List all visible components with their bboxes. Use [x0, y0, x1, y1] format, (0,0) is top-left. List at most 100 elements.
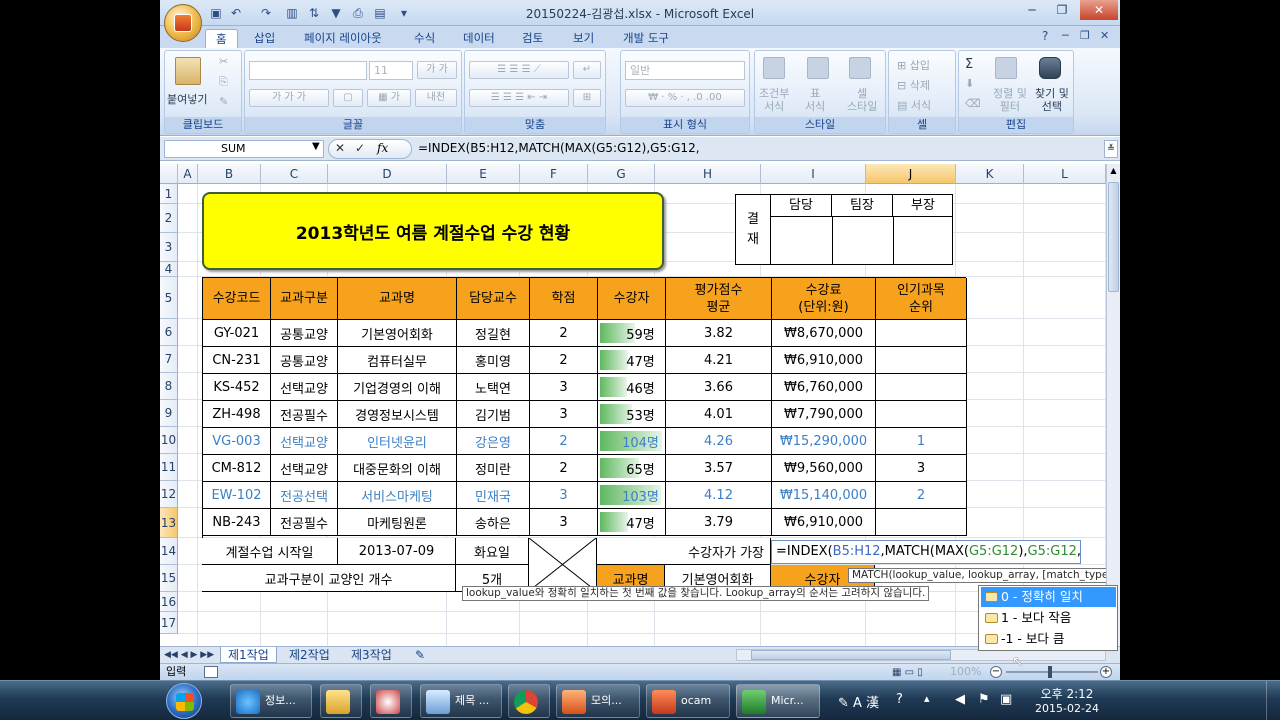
cell-styles-button[interactable]: 셀 스타일 [847, 87, 877, 113]
table-cell[interactable]: 민재국 [457, 482, 530, 509]
table-cell[interactable]: 전공필수 [271, 509, 338, 536]
autocomplete-item-less[interactable]: 1 - 보다 작음 [981, 608, 1116, 628]
paste-icon[interactable] [175, 57, 201, 85]
table-cell[interactable]: ₩6,910,000 [772, 347, 876, 374]
merge-center-button[interactable]: ⊞ [573, 89, 601, 107]
name-box-dropdown-icon[interactable]: ▼ [312, 141, 320, 152]
delete-cells-button[interactable]: ⊟ 삭제 [897, 77, 930, 93]
table-cell[interactable]: ₩6,760,000 [772, 374, 876, 401]
table-cell[interactable]: 서비스마케팅 [338, 482, 457, 509]
save-icon[interactable]: ▣ [208, 5, 224, 21]
tab-formulas[interactable]: 수식 [404, 29, 445, 48]
maximize-button[interactable]: ❐ [1048, 0, 1076, 20]
table-cell[interactable]: 정미란 [457, 455, 530, 482]
row-header-6[interactable]: 6 [160, 319, 178, 346]
row-header-15[interactable]: 15 [160, 565, 178, 592]
table-cell[interactable]: 2 [530, 455, 598, 482]
vertical-align-buttons[interactable]: ☰ ☰ ☰ ⟋ [469, 61, 569, 79]
macro-record-icon[interactable] [204, 666, 218, 678]
crossed-cell[interactable] [529, 538, 597, 592]
sheet-tab-3[interactable]: 제3작업 [344, 647, 399, 663]
count-label-cell[interactable]: 교과구분이 교양인 개수 [202, 565, 456, 592]
table-cell[interactable]: 3 [876, 455, 967, 482]
copy-icon[interactable]: ⎘ [219, 75, 228, 89]
table-cell[interactable]: CN-231 [203, 347, 271, 374]
insert-function-icon[interactable]: fx [377, 141, 388, 155]
wrap-text-button[interactable]: ↵ [573, 61, 601, 79]
table-cell[interactable] [876, 374, 967, 401]
column-header-b[interactable]: B [198, 164, 261, 184]
table-cell[interactable]: 4.01 [666, 401, 772, 428]
column-header-e[interactable]: E [447, 164, 520, 184]
row-header-1[interactable]: 1 [160, 184, 178, 204]
table-cell[interactable]: EW-102 [203, 482, 271, 509]
table-cell[interactable]: 마케팅원론 [338, 509, 457, 536]
worksheet-grid[interactable]: ABCDEFGHIJKL 1 2 3 4 5 6 7 8 9 10 11 12 13 14 15 16 17 2… [160, 164, 1106, 646]
name-box[interactable]: SUM [164, 140, 324, 158]
column-header-f[interactable]: F [520, 164, 588, 184]
select-all-corner[interactable] [160, 164, 178, 184]
tab-review[interactable]: 검토 [512, 29, 553, 48]
table-cell[interactable]: 경영정보시스템 [338, 401, 457, 428]
sort-icon[interactable]: ⇅ [306, 5, 322, 21]
tab-home[interactable]: 홈 [205, 29, 238, 48]
clear-icon[interactable]: ⌫ [965, 97, 981, 110]
taskbar-exam[interactable]: 모의... [556, 684, 640, 718]
binoculars-icon[interactable] [1039, 57, 1061, 79]
table-cell[interactable]: 4.12 [666, 482, 772, 509]
table-cell[interactable]: GY-021 [203, 320, 271, 347]
table-cell[interactable]: 홍미영 [457, 347, 530, 374]
table-cell[interactable]: 공통교양 [271, 347, 338, 374]
table-cell[interactable]: 3 [530, 401, 598, 428]
row-header-5[interactable]: 5 [160, 277, 178, 319]
autocomplete-item-greater[interactable]: -1 - 보다 큼 [981, 629, 1116, 649]
taskbar-ie[interactable]: 정보... [230, 684, 312, 718]
table-cell[interactable]: 송하은 [457, 509, 530, 536]
filter-icon[interactable]: ▼ [328, 5, 344, 21]
table-cell[interactable]: ₩7,790,000 [772, 401, 876, 428]
row-header-7[interactable]: 7 [160, 346, 178, 373]
table-cell[interactable]: 선택교양 [271, 428, 338, 455]
table-cell[interactable]: 4.21 [666, 347, 772, 374]
paste-button[interactable]: 붙여넣기 [167, 91, 207, 107]
conditional-format-icon[interactable] [763, 57, 785, 79]
row-header-14[interactable]: 14 [160, 538, 178, 565]
taskbar-excel[interactable]: Micr... [736, 684, 820, 718]
formula-input[interactable]: =INDEX(B5:H12,MATCH(MAX(G5:G12),G5:G12, [418, 141, 700, 155]
table-cell[interactable]: 3 [530, 509, 598, 536]
table-cell[interactable]: KS-452 [203, 374, 271, 401]
row-header-10[interactable]: 10 [160, 427, 178, 454]
ime-help-icon[interactable]: ? [896, 692, 903, 707]
sheet-title[interactable]: 2013학년도 여름 계절수업 수강 현황 [202, 192, 664, 270]
cut-icon[interactable]: ✂ [219, 55, 228, 68]
horizontal-scroll-thumb[interactable] [751, 650, 951, 660]
table-cell[interactable]: 3.57 [666, 455, 772, 482]
table-cell[interactable]: ₩15,290,000 [772, 428, 876, 455]
table-cell[interactable]: 기업경영의 이해 [338, 374, 457, 401]
row-header-4[interactable]: 4 [160, 262, 178, 277]
row-header-17[interactable]: 17 [160, 612, 178, 634]
table-cell[interactable]: 정길현 [457, 320, 530, 347]
format-cells-button[interactable]: ▤ 서식 [897, 97, 931, 113]
column-header-k[interactable]: K [956, 164, 1024, 184]
clock-time[interactable]: 오후 2:12 [1032, 685, 1102, 702]
header-cell[interactable]: 수강코드 [203, 278, 271, 320]
tab-page-layout[interactable]: 페이지 레이아웃 [294, 29, 392, 48]
header-cell[interactable]: 담당교수 [457, 278, 530, 320]
header-cell[interactable]: 수강료 (단위:원) [772, 278, 876, 320]
table-cell[interactable]: 전공필수 [271, 401, 338, 428]
phonetic-button[interactable]: 내천 [415, 89, 457, 107]
cancel-icon[interactable]: ✕ [335, 141, 345, 155]
taskbar-title-app[interactable]: 제목 ... [420, 684, 502, 718]
table-cell[interactable]: 2 [530, 347, 598, 374]
scroll-thumb[interactable] [1108, 182, 1119, 292]
table-cell[interactable]: 1 [876, 428, 967, 455]
table-cell[interactable]: ₩6,910,000 [772, 509, 876, 536]
undo-icon[interactable]: ↶ [228, 5, 244, 21]
taskbar-ocam[interactable]: ocam [646, 684, 730, 718]
clock-date[interactable]: 2015-02-24 [1032, 702, 1102, 715]
column-header-g[interactable]: G [588, 164, 655, 184]
font-name-field[interactable] [249, 61, 367, 80]
table-cell[interactable]: 기본영어회화 [338, 320, 457, 347]
table-cell[interactable]: ₩9,560,000 [772, 455, 876, 482]
